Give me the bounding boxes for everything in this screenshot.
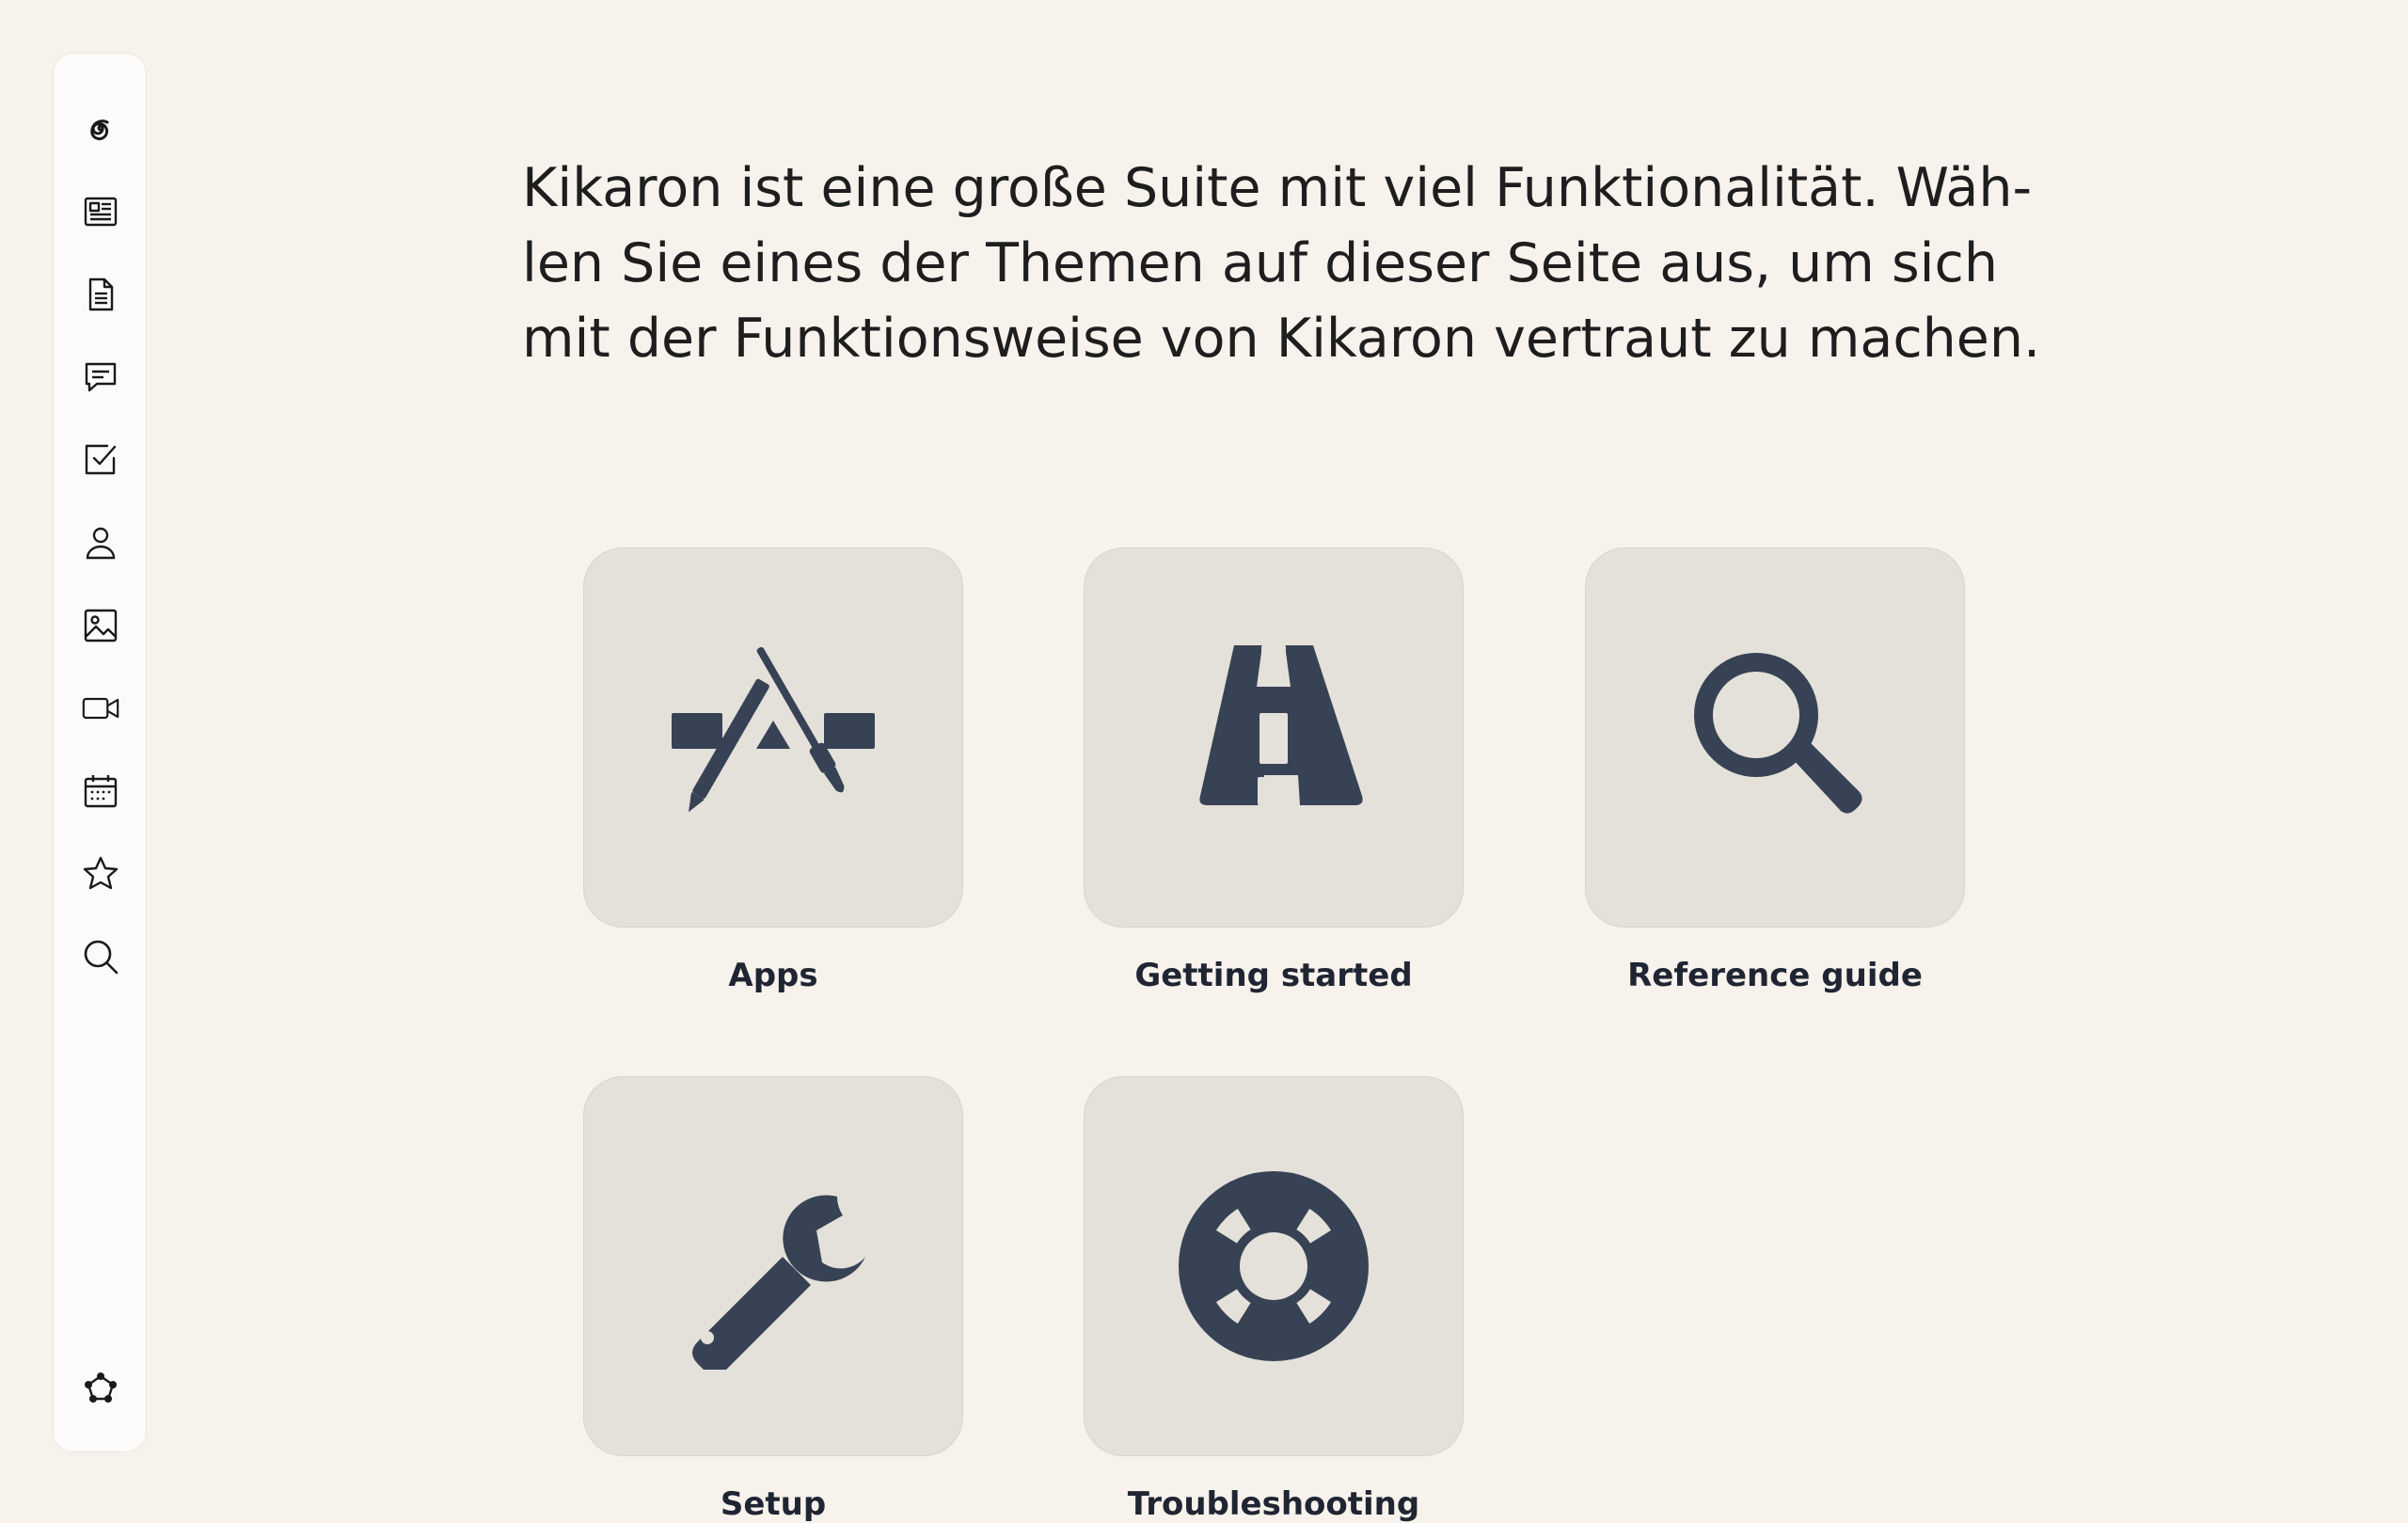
- topic-label-getting-started: Getting started: [1134, 957, 1413, 994]
- image-icon[interactable]: [82, 607, 119, 644]
- topic-tile-setup[interactable]: [583, 1076, 963, 1456]
- topic-tile-troubleshooting[interactable]: [1084, 1076, 1464, 1456]
- magnifier-icon: [1694, 653, 1862, 814]
- chat-icon[interactable]: [82, 358, 119, 396]
- video-camera-icon[interactable]: [82, 690, 119, 727]
- person-icon[interactable]: [82, 524, 119, 562]
- topic-label-reference-guide: Reference guide: [1627, 957, 1923, 994]
- sidebar: [53, 53, 147, 1452]
- checkbox-icon[interactable]: [82, 441, 119, 479]
- topic-label-troubleshooting: Troubleshooting: [1127, 1485, 1420, 1523]
- topic-label-apps: Apps: [728, 957, 818, 994]
- document-icon[interactable]: [82, 276, 119, 313]
- spiral-logo-icon[interactable]: [82, 110, 119, 148]
- topic-tile-apps[interactable]: [583, 547, 963, 928]
- star-icon[interactable]: [82, 855, 119, 893]
- pentagon-network-icon[interactable]: [82, 1371, 119, 1408]
- road-icon: [1199, 645, 1363, 805]
- intro-paragraph: Kikaron ist eine große Suite mit viel Fu…: [522, 151, 2041, 376]
- calendar-icon[interactable]: [82, 772, 119, 810]
- app-store-icon: [672, 646, 875, 813]
- intro-line-3: mit der Funktionsweise von Kikaron vertr…: [522, 308, 2041, 370]
- topic-label-setup: Setup: [720, 1485, 827, 1523]
- intro-line-1: Kikaron ist eine große Suite mit viel Fu…: [522, 157, 2033, 219]
- search-icon[interactable]: [82, 938, 119, 976]
- wrench-icon: [692, 1195, 865, 1370]
- topic-tile-reference-guide[interactable]: [1585, 547, 1965, 928]
- topic-tile-getting-started[interactable]: [1084, 547, 1464, 928]
- newspaper-icon[interactable]: [82, 193, 119, 230]
- lifebuoy-icon: [1179, 1171, 1369, 1361]
- intro-line-2: len Sie eines der Themen auf dieser Seit…: [522, 232, 1998, 294]
